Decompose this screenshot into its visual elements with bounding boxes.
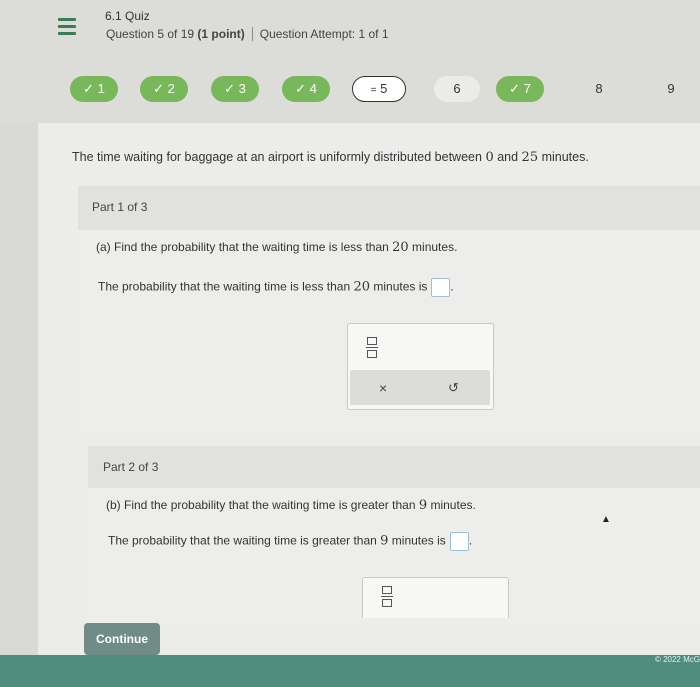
clear-icon[interactable]: × (379, 380, 387, 396)
menu-icon[interactable] (58, 18, 76, 38)
part1-question-text: minutes. (412, 240, 458, 254)
question-nav-5[interactable]: = 5 (352, 76, 406, 102)
question-nav-label: 2 (167, 81, 175, 96)
attempt-value: 1 of 1 (358, 27, 389, 41)
check-icon: ✓ (509, 81, 521, 96)
stem-high-value: 25 (521, 150, 539, 165)
question-nav-label: 7 (523, 81, 531, 96)
copyright: © 2022 McG (654, 655, 700, 664)
toolbox-actions (350, 370, 490, 405)
current-icon: = (370, 85, 377, 96)
quiz-title: 6.1 Quiz (105, 9, 150, 23)
part1-answer-line: The probability that the waiting time is… (98, 278, 454, 297)
question-points: (1 point) (197, 27, 245, 41)
part2-question-text: minutes. (430, 498, 476, 512)
part2-answer-text: minutes is (391, 533, 446, 548)
check-icon: ✓ (224, 81, 236, 96)
part1-question-value: 20 (392, 240, 409, 255)
mouse-cursor-icon: ▲ (601, 514, 611, 525)
question-nav-label: 6 (453, 81, 461, 96)
question-nav-8[interactable]: 8 (584, 76, 614, 102)
part1-answer-input[interactable] (431, 278, 451, 297)
question-nav-2[interactable]: ✓ 2 (140, 76, 188, 102)
question-nav-label: 1 (97, 81, 105, 96)
part1-period: . (450, 279, 454, 294)
part1-label: Part 1 of 3 (92, 200, 148, 214)
fraction-icon[interactable] (366, 337, 378, 358)
part2-label: Part 2 of 3 (103, 460, 159, 474)
undo-icon[interactable]: ↺ (448, 380, 459, 396)
part1-question: (a) Find the probability that the waitin… (96, 240, 457, 255)
question-info: Question 5 of 19 (1 point) Question Attem… (106, 27, 389, 41)
part2-question-text: (b) Find the probability that the waitin… (106, 498, 416, 512)
question-nav-7[interactable]: ✓ 7 (496, 76, 544, 102)
question-nav-4[interactable]: ✓ 4 (282, 76, 330, 102)
part2-question: (b) Find the probability that the waitin… (106, 498, 476, 513)
question-nav-label: 8 (595, 81, 603, 96)
question-nav-9[interactable]: 9 (656, 76, 686, 102)
question-nav-label: 3 (238, 81, 246, 96)
attempt-label: Question Attempt: (259, 27, 356, 41)
question-nav-label: 9 (667, 81, 675, 96)
part2-header (88, 446, 700, 488)
part2-answer-line: The probability that the waiting time is… (108, 532, 472, 551)
question-nav-3[interactable]: ✓ 3 (211, 76, 259, 102)
check-icon: ✓ (153, 81, 165, 96)
info-divider (251, 27, 253, 41)
footer-bar (0, 655, 700, 687)
question-nav-label: 4 (309, 81, 317, 96)
question-nav-1[interactable]: ✓ 1 (70, 76, 118, 102)
part1-header (78, 186, 700, 230)
stem-text: minutes. (541, 150, 589, 164)
part1-answer-value: 20 (353, 279, 371, 295)
question-nav-label: 5 (380, 81, 388, 96)
stem-text: and (497, 150, 519, 164)
part2-answer-input[interactable] (449, 532, 469, 551)
check-icon: ✓ (295, 81, 307, 96)
stem-text: The time waiting for baggage at an airpo… (72, 150, 482, 164)
question-number: Question 5 of 19 (106, 27, 195, 41)
part2-answer-value: 9 (380, 533, 389, 549)
part2-period: . (468, 533, 473, 548)
question-nav-6[interactable]: 6 (434, 76, 480, 102)
part1-answer-text: minutes is (373, 279, 428, 294)
fraction-icon[interactable] (381, 586, 393, 607)
question-stem: The time waiting for baggage at an airpo… (72, 150, 589, 165)
part2-answer-text: The probability that the waiting time is… (108, 533, 377, 548)
part1-answer-text: The probability that the waiting time is… (98, 279, 351, 294)
continue-button[interactable]: Continue (84, 623, 160, 655)
part2-question-value: 9 (418, 498, 428, 513)
part1-question-text: (a) Find the probability that the waitin… (96, 240, 389, 254)
check-icon: ✓ (83, 81, 95, 96)
stem-low-value: 0 (485, 150, 494, 165)
